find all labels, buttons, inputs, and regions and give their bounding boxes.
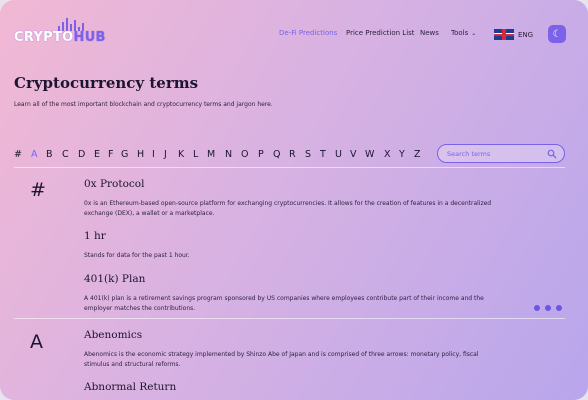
alphabet-filter: # A B C D E F G H I J K L M N O P Q R S …: [0, 149, 440, 161]
term-item: Abenomics Abenomics is the economic stra…: [84, 329, 504, 369]
letter-filter-h[interactable]: H: [137, 149, 144, 160]
section-divider: [14, 318, 565, 319]
letter-filter-e[interactable]: E: [94, 149, 100, 160]
term-description: Stands for data for the past 1 hour.: [84, 252, 190, 259]
term-name[interactable]: Abnormal Return: [84, 381, 176, 393]
language-label: ENG: [518, 30, 534, 39]
app-frame: C R Y P T O H U B De-Fi Predictions Price Predic…: [0, 0, 588, 400]
more-options-icon[interactable]: [534, 305, 562, 311]
page-title: Cryptocurrency terms: [14, 74, 199, 92]
letter-filter-o[interactable]: O: [241, 149, 248, 160]
nav-tools-label: Tools: [451, 29, 469, 37]
term-item: 1 hr Stands for data for the past 1 hour…: [84, 230, 504, 261]
theme-toggle-button[interactable]: ☾: [548, 25, 566, 43]
term-description: Abenomics is the economic strategy imple…: [84, 351, 479, 368]
section-divider: [14, 167, 565, 168]
letter-filter-l[interactable]: L: [193, 149, 198, 160]
nav-price-prediction-list[interactable]: Price Prediction List: [346, 29, 415, 37]
letter-filter-j[interactable]: J: [164, 149, 167, 160]
term-name[interactable]: 0x Protocol: [84, 178, 504, 190]
letter-filter-f[interactable]: F: [108, 149, 113, 160]
letter-filter-g[interactable]: G: [121, 149, 128, 160]
term-item: 0x Protocol 0x is an Ethereum-based open…: [84, 178, 504, 218]
letter-filter-v[interactable]: V: [350, 149, 357, 160]
letter-filter-p[interactable]: P: [258, 149, 264, 160]
letter-filter-k[interactable]: K: [178, 149, 184, 160]
moon-icon: ☾: [552, 28, 562, 40]
letter-filter-s[interactable]: S: [305, 149, 311, 160]
search-box: [437, 144, 565, 163]
nav-news[interactable]: News: [420, 29, 439, 37]
letter-filter-d[interactable]: D: [78, 149, 85, 160]
nav-defi-predictions[interactable]: De-Fi Predictions: [279, 29, 337, 37]
search-input[interactable]: [447, 147, 542, 160]
search-icon[interactable]: [547, 149, 557, 159]
letter-filter-q[interactable]: Q: [273, 149, 280, 160]
letter-filter-hash[interactable]: #: [14, 149, 22, 160]
dot: [534, 305, 540, 311]
language-selector[interactable]: ENG: [494, 29, 533, 40]
letter-filter-x[interactable]: X: [384, 149, 391, 160]
letter-filter-z[interactable]: Z: [414, 149, 421, 160]
dot: [556, 305, 562, 311]
letter-filter-n[interactable]: N: [225, 149, 232, 160]
section-letter-a: A: [30, 331, 43, 353]
letter-filter-c[interactable]: C: [62, 149, 69, 160]
letter-filter-y[interactable]: Y: [399, 149, 405, 160]
section-letter-hash: #: [30, 179, 46, 201]
page-subtitle: Learn all of the most important blockcha…: [14, 101, 273, 108]
term-name[interactable]: 1 hr: [84, 230, 504, 242]
dot: [545, 305, 551, 311]
letter-filter-m[interactable]: M: [207, 149, 215, 160]
term-description: 0x is an Ethereum-based open-source plat…: [84, 200, 492, 217]
term-description: A 401(k) plan is a retirement savings pr…: [84, 295, 484, 312]
term-item: 401(k) Plan A 401(k) plan is a retiremen…: [84, 273, 504, 313]
nav-tools[interactable]: Tools ⌄: [451, 29, 476, 37]
letter-filter-u[interactable]: U: [335, 149, 342, 160]
letter-filter-i[interactable]: I: [152, 149, 155, 160]
letter-filter-a[interactable]: A: [31, 149, 38, 160]
term-name[interactable]: Abenomics: [84, 329, 504, 341]
term-name[interactable]: 401(k) Plan: [84, 273, 504, 285]
letter-filter-t[interactable]: T: [320, 149, 326, 160]
letter-filter-w[interactable]: W: [365, 149, 374, 160]
letter-filter-b[interactable]: B: [46, 149, 53, 160]
term-item: Abnormal Return: [84, 381, 176, 393]
uk-flag-icon: [494, 29, 514, 40]
letter-filter-r[interactable]: R: [289, 149, 296, 160]
chevron-down-icon: ⌄: [471, 30, 477, 37]
